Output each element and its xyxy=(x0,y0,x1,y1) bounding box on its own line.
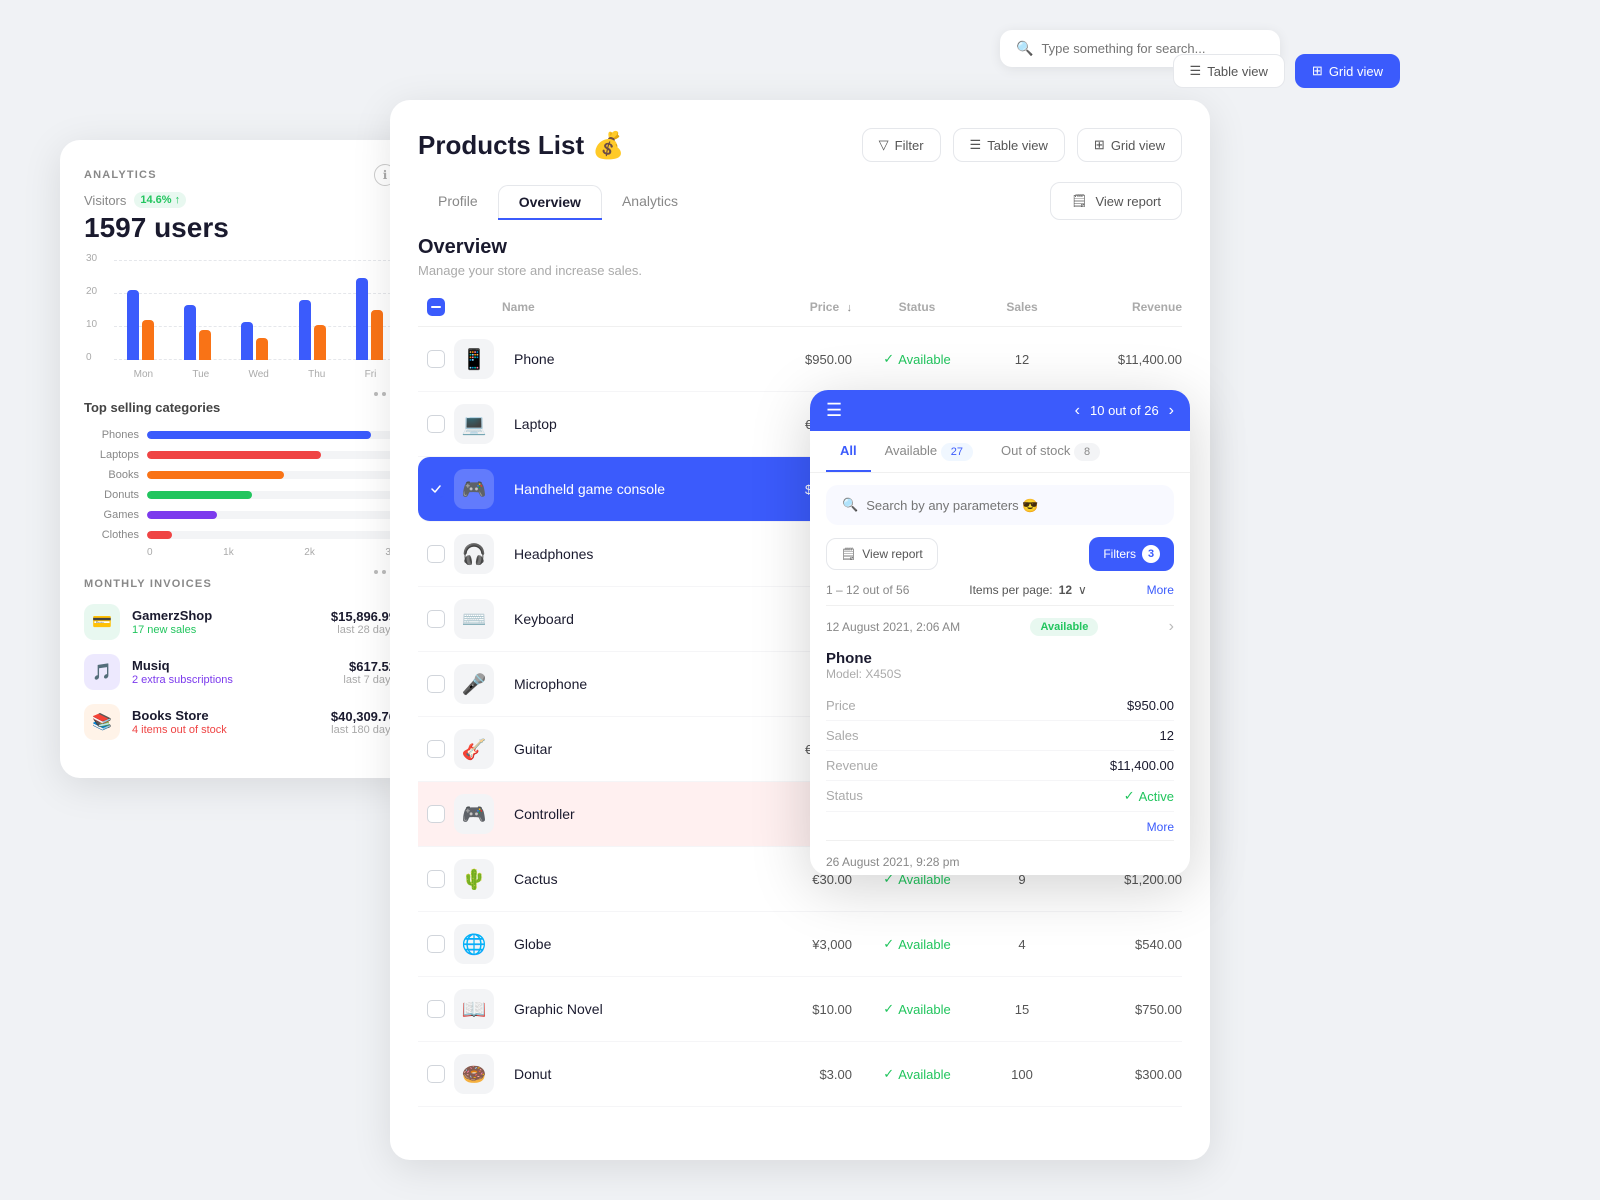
cat-xaxis: 01k2k3k xyxy=(84,547,396,558)
popup-chevron-right-icon[interactable]: › xyxy=(1169,618,1174,636)
status-check-icon: ✓ xyxy=(1124,788,1135,804)
popup-detail-table: Price $950.00 Sales 12 Revenue $11,400.0… xyxy=(810,691,1190,812)
popup-report-icon: 🗒 xyxy=(841,547,856,561)
view-report-btn[interactable]: 🗒 View report xyxy=(1050,182,1182,220)
popup-search-row: 🔍 xyxy=(826,485,1174,525)
detail-row-revenue: Revenue $11,400.00 xyxy=(826,751,1174,781)
detail-popup: ☰ ‹ 10 out of 26 › All Available 27 Out … xyxy=(810,390,1190,875)
filter-icon: ▽ xyxy=(879,137,889,153)
popup-tab-available[interactable]: Available 27 xyxy=(871,431,987,472)
popup-available-badge: Available xyxy=(1030,618,1098,636)
table-row[interactable]: 📱Phone $950.00 ✓ Available 12 $11,400.00 xyxy=(418,327,1182,392)
popup-timestamp-2: 26 August 2021, 9:28 pm xyxy=(810,841,1190,875)
products-title: Products List 💰 xyxy=(418,130,625,161)
popup-prev-icon[interactable]: ‹ xyxy=(1075,402,1080,420)
row-checkbox[interactable] xyxy=(427,805,445,823)
row-checkbox-checked[interactable] xyxy=(427,480,445,498)
popup-tabs: All Available 27 Out of stock 8 xyxy=(810,431,1190,473)
row-checkbox[interactable] xyxy=(427,740,445,758)
detail-row-price: Price $950.00 xyxy=(826,691,1174,721)
overview-subtitle: Manage your store and increase sales. xyxy=(418,263,1182,278)
popup-search-input[interactable] xyxy=(866,498,1158,513)
table-row[interactable]: 🌐Globe ¥3,000 ✓ Available 4 $540.00 xyxy=(418,912,1182,977)
detail-row-sales: Sales 12 xyxy=(826,721,1174,751)
chart-more-menu[interactable] xyxy=(84,392,396,396)
popup-more-link[interactable]: More xyxy=(1147,583,1174,597)
invoice-icon-musiq: 🎵 xyxy=(84,654,120,690)
grid-view-btn[interactable]: ⊞ Grid view xyxy=(1295,54,1400,88)
th-sales: Sales xyxy=(982,300,1062,314)
th-name: Name xyxy=(454,300,752,314)
grid-icon: ⊞ xyxy=(1312,63,1323,79)
table-row[interactable]: 📖Graphic Novel $10.00 ✓ Available 15 $75… xyxy=(418,977,1182,1042)
table-view-products-btn[interactable]: ☰ Table view xyxy=(953,128,1065,162)
grid-view-icon: ⊞ xyxy=(1094,137,1105,153)
popup-item-name: Phone xyxy=(826,650,901,667)
invoice-books-store: 📚 Books Store 4 items out of stock $40,3… xyxy=(84,704,396,740)
th-revenue: Revenue xyxy=(1062,300,1182,314)
visitors-badge: 14.6% ↑ xyxy=(134,192,186,208)
row-checkbox[interactable] xyxy=(427,935,445,953)
report-icon: 🗒 xyxy=(1071,193,1088,209)
top-selling-title: Top selling categories xyxy=(84,400,396,415)
row-checkbox[interactable] xyxy=(427,610,445,628)
invoice-musiq: 🎵 Musiq 2 extra subscriptions $617.52 la… xyxy=(84,654,396,690)
popup-timestamp-1: 12 August 2021, 2:06 AM xyxy=(826,620,960,634)
popup-top-bar: ☰ ‹ 10 out of 26 › xyxy=(810,390,1190,431)
visitors-label: Visitors xyxy=(84,193,126,208)
popup-pagination-row: 1 – 12 out of 56 Items per page: 12 ∨ Mo… xyxy=(810,583,1190,605)
table-view-btn[interactable]: ☰ Table view xyxy=(1173,54,1285,88)
row-checkbox[interactable] xyxy=(427,1065,445,1083)
table-row[interactable]: 🍩Donut $3.00 ✓ Available 100 $300.00 xyxy=(418,1042,1182,1107)
analytics-card: ANALYTICS ℹ Visitors 14.6% ↑ 1597 users … xyxy=(60,140,420,778)
popup-phone-item[interactable]: Phone Model: X450S xyxy=(810,640,1190,691)
row-checkbox[interactable] xyxy=(427,870,445,888)
row-checkbox[interactable] xyxy=(427,415,445,433)
popup-item-sub: Model: X450S xyxy=(826,667,901,681)
popup-items-chevron-icon[interactable]: ∨ xyxy=(1078,583,1087,597)
popup-filters-btn[interactable]: Filters 3 xyxy=(1089,537,1174,571)
analytics-title: ANALYTICS xyxy=(84,169,157,181)
search-icon: 🔍 xyxy=(1016,40,1033,57)
row-checkbox[interactable] xyxy=(427,545,445,563)
popup-search-icon: 🔍 xyxy=(842,497,858,513)
grid-view-products-btn[interactable]: ⊞ Grid view xyxy=(1077,128,1182,162)
row-checkbox[interactable] xyxy=(427,350,445,368)
popup-menu-icon[interactable]: ☰ xyxy=(826,400,842,421)
th-status: Status xyxy=(852,300,982,314)
table-icon: ☰ xyxy=(1190,63,1202,79)
select-all-checkbox[interactable] xyxy=(427,298,445,316)
popup-pagination: ‹ 10 out of 26 › xyxy=(1075,402,1174,420)
bar-chart: 30 20 10 0 Mon Tue Wed Thu Fri xyxy=(84,260,396,380)
category-bars: Phones Laptops Books Donuts Games Clothe… xyxy=(84,429,396,541)
popup-detail-more-link[interactable]: More xyxy=(1147,820,1174,834)
tab-analytics[interactable]: Analytics xyxy=(602,185,698,218)
popup-items-per-page: Items per page: 12 ∨ xyxy=(969,583,1087,597)
invoice-icon-books: 📚 xyxy=(84,704,120,740)
invoice-gamerzshop: 💳 GamerzShop 17 new sales $15,896.99 las… xyxy=(84,604,396,640)
detail-row-status: Status ✓ Active xyxy=(826,781,1174,812)
category-more-menu[interactable] xyxy=(84,570,396,574)
popup-next-icon[interactable]: › xyxy=(1169,402,1174,420)
filter-btn[interactable]: ▽ Filter xyxy=(862,128,941,162)
tab-overview[interactable]: Overview xyxy=(498,185,602,218)
popup-tab-out[interactable]: Out of stock 8 xyxy=(987,431,1114,472)
products-title-emoji: 💰 xyxy=(592,130,624,161)
row-checkbox[interactable] xyxy=(427,675,445,693)
visitors-count: 1597 users xyxy=(84,212,396,244)
popup-action-row: 🗒 View report Filters 3 xyxy=(810,537,1190,583)
invoices-title: MONTHLY INVOICES xyxy=(84,578,396,590)
popup-tab-all[interactable]: All xyxy=(826,431,871,472)
tab-profile[interactable]: Profile xyxy=(418,185,498,218)
invoice-icon-gamerzshop: 💳 xyxy=(84,604,120,640)
overview-title: Overview xyxy=(418,236,1182,259)
row-checkbox[interactable] xyxy=(427,1000,445,1018)
th-price: Price ↓ xyxy=(752,300,852,314)
table-view-icon: ☰ xyxy=(970,137,982,153)
popup-view-report-btn[interactable]: 🗒 View report xyxy=(826,538,938,570)
